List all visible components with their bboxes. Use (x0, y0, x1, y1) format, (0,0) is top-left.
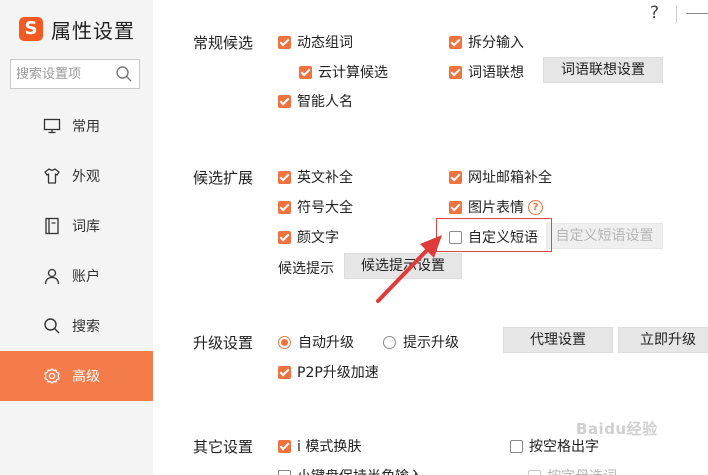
help-icon[interactable]: ? (528, 199, 543, 215)
checkbox-icon[interactable] (299, 65, 312, 79)
sidebar-nav: 常用 外观 词库 账户 搜索 高级 (0, 101, 153, 401)
sidebar-item-label: 外观 (72, 169, 100, 185)
checkbox-symbols[interactable]: 符号大全 (278, 197, 353, 217)
checkbox-cloud-candidates[interactable]: 云计算候选 (299, 62, 388, 82)
checkbox-select-by-letter[interactable]: 按字母选词 (528, 466, 617, 475)
monitor-icon (43, 118, 61, 134)
checkbox-icon[interactable] (278, 365, 291, 379)
checkbox-space-output[interactable]: 按空格出字 (510, 436, 599, 456)
sidebar-item-label: 高级 (72, 369, 100, 385)
watermark: Baidu经验 (576, 420, 658, 438)
checkbox-english-complete[interactable]: 英文补全 (278, 167, 353, 187)
search-input[interactable] (16, 65, 111, 83)
sidebar-item-label: 常用 (72, 119, 100, 135)
checkbox-picture-emoji[interactable]: 图片表情 ? (449, 197, 543, 217)
section-label-extend: 候选扩展 (193, 169, 254, 187)
radio-prompt-upgrade[interactable]: 提示升级 (383, 332, 459, 352)
checkbox-icon[interactable] (278, 35, 291, 49)
sidebar-item-common[interactable]: 常用 (0, 101, 153, 151)
radio-auto-upgrade[interactable]: 自动升级 (278, 332, 354, 352)
checkbox-icon[interactable] (449, 200, 462, 214)
checkbox-icon[interactable] (278, 200, 291, 214)
sidebar: S 属性设置 常用 外观 (0, 0, 153, 475)
gear-icon (44, 368, 60, 384)
checkbox-split-input[interactable]: 拆分输入 (449, 32, 524, 52)
proxy-settings-button[interactable]: 代理设置 (503, 327, 613, 353)
sidebar-item-search[interactable]: 搜索 (0, 301, 153, 351)
sidebar-item-advanced[interactable]: 高级 (0, 351, 153, 401)
checkbox-url-email-complete[interactable]: 网址邮箱补全 (449, 167, 552, 187)
checkbox-kaomoji[interactable]: 颜文字 (278, 227, 339, 247)
checkbox-dynamic-phrase[interactable]: 动态组词 (278, 32, 353, 52)
checkbox-icon[interactable] (278, 94, 291, 108)
checkbox-i-mode-skin[interactable]: i 模式换肤 (278, 436, 361, 456)
sidebar-item-appearance[interactable]: 外观 (0, 151, 153, 201)
user-icon (44, 268, 60, 285)
checkbox-word-association[interactable]: 词语联想 (449, 62, 524, 82)
checkbox-icon[interactable] (278, 170, 291, 184)
annotation-highlight-box (436, 218, 552, 252)
sogou-logo-icon: S (19, 17, 43, 41)
checkbox-icon[interactable] (510, 439, 523, 453)
search-icon[interactable] (115, 65, 133, 83)
book-icon (45, 217, 59, 235)
section-label-candidates: 常规候选 (193, 34, 254, 52)
checkbox-p2p-accelerate[interactable]: P2P升级加速 (278, 362, 379, 382)
checkbox-icon[interactable] (449, 65, 462, 79)
checkbox-icon[interactable] (528, 469, 541, 475)
sidebar-item-label: 账户 (72, 269, 100, 285)
radio-icon[interactable] (383, 335, 396, 349)
checkbox-keypad-half-width[interactable]: 小键盘保持半角输入 (278, 466, 423, 475)
app-title: 属性设置 (51, 18, 135, 43)
section-label-other: 其它设置 (193, 438, 254, 456)
checkbox-icon[interactable] (278, 439, 291, 453)
annotation-arrow-icon (376, 235, 442, 303)
search-box[interactable] (10, 59, 140, 89)
sidebar-item-lexicon[interactable]: 词库 (0, 201, 153, 251)
checkbox-smart-name[interactable]: 智能人名 (278, 91, 353, 111)
upgrade-now-button[interactable]: 立即升级 (618, 327, 708, 353)
checkbox-icon[interactable] (449, 170, 462, 184)
radio-icon[interactable] (278, 335, 291, 349)
checkbox-icon[interactable] (449, 35, 462, 49)
custom-phrase-settings-button[interactable]: 自定义短语设置 (546, 223, 663, 249)
brand: S 属性设置 (19, 14, 135, 44)
candidate-hint-label: 候选提示 (278, 261, 334, 277)
section-label-upgrade: 升级设置 (193, 334, 254, 352)
association-settings-button[interactable]: 词语联想设置 (543, 57, 663, 83)
checkbox-icon[interactable] (278, 469, 291, 475)
search-icon (44, 318, 60, 334)
checkbox-icon[interactable] (278, 230, 291, 244)
sidebar-item-account[interactable]: 账户 (0, 251, 153, 301)
sidebar-item-label: 词库 (72, 219, 100, 235)
sidebar-item-label: 搜索 (72, 319, 100, 335)
shirt-icon (44, 168, 60, 184)
